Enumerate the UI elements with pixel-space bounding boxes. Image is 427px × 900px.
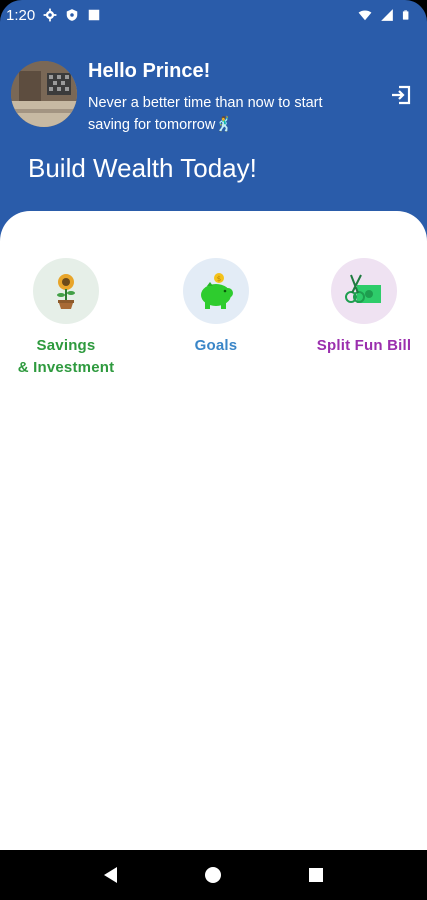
recents-icon (308, 868, 323, 882)
system-nav-bar (0, 850, 427, 900)
svg-text:$: $ (217, 275, 221, 283)
home-icon (205, 867, 222, 883)
shield-icon (66, 9, 78, 21)
goals-button[interactable]: $ Goals (146, 258, 286, 357)
split-fun-bill-button[interactable]: Split Fun Bill (294, 258, 427, 357)
savings-icon-circle (33, 258, 99, 324)
status-time: 1:20 (6, 6, 36, 24)
wifi-icon (358, 10, 372, 21)
split-bill-label: Split Fun Bill (317, 335, 411, 357)
goals-label-line1: Goals (194, 337, 238, 354)
split-bill-label-line1: Split Fun Bill (316, 337, 412, 354)
savings-label-line2: & Investment (17, 359, 115, 376)
savings-label-line1: Savings (36, 337, 96, 354)
status-left: 1:20 (6, 7, 101, 24)
goals-label: Goals (195, 335, 238, 357)
app-screen: 1:20 Hello Prince! Never a better time t… (0, 0, 427, 900)
split-bill-icon-circle (331, 258, 397, 324)
nav-back-button[interactable] (96, 860, 126, 890)
status-bar: 1:20 (0, 0, 427, 30)
content-card: Savings & Investment $ Goals Split Fun B… (0, 211, 427, 850)
header: Hello Prince! Never a better time than n… (0, 30, 427, 230)
sunflower-pot-icon (57, 274, 75, 309)
square-icon (88, 9, 100, 21)
status-right (358, 6, 413, 24)
logout-icon (392, 85, 411, 105)
goals-icon-circle: $ (183, 258, 249, 324)
nav-home-button[interactable] (198, 860, 228, 890)
avatar-photo (11, 61, 77, 127)
nav-recents-button[interactable] (301, 860, 331, 890)
savings-investment-button[interactable]: Savings & Investment (0, 258, 136, 379)
greeting-tagline: Never a better time than now to start sa… (88, 95, 323, 133)
battery-icon (402, 10, 409, 20)
gear-icon (43, 8, 57, 22)
savings-label: Savings & Investment (18, 335, 115, 379)
page-headline: Build Wealth Today! (28, 153, 257, 183)
greeting-title: Hello Prince! (88, 60, 211, 82)
piggy-bank-icon: $ (201, 273, 233, 309)
avatar[interactable] (11, 61, 77, 127)
scissors-cash-icon (345, 274, 381, 303)
signal-icon (381, 9, 393, 21)
back-icon (104, 867, 118, 883)
logout-button[interactable] (389, 83, 413, 107)
